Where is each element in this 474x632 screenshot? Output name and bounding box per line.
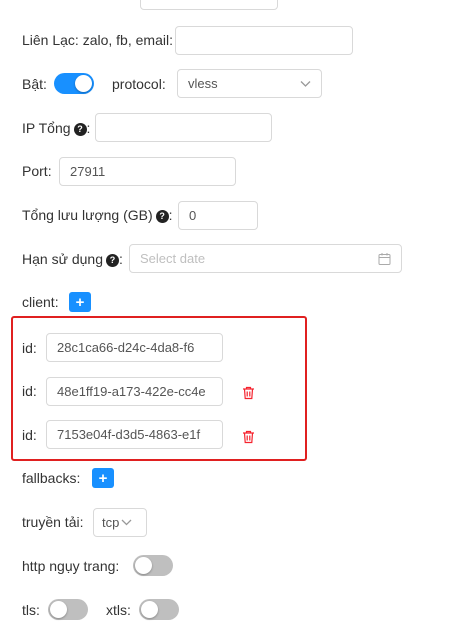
protocol-label: protocol: bbox=[112, 76, 166, 92]
enable-label: Bật: bbox=[22, 76, 47, 92]
port-value: 27911 bbox=[70, 164, 106, 179]
xtls-label: xtls: bbox=[106, 602, 131, 618]
expiry-label: Hạn sử dụng?: bbox=[22, 251, 123, 267]
toggle-knob bbox=[50, 601, 67, 618]
toggle-knob bbox=[75, 75, 92, 92]
client-id-value: 48e1ff19-a173-422e-cc4e bbox=[57, 384, 206, 399]
fallbacks-label: fallbacks: bbox=[22, 470, 81, 486]
tls-toggle[interactable] bbox=[48, 599, 88, 620]
port-label: Port: bbox=[22, 163, 52, 179]
port-input[interactable]: 27911 bbox=[59, 157, 236, 186]
contact-input[interactable] bbox=[175, 26, 353, 55]
client-id-input[interactable]: 7153e04f-d3d5-4863-e1f bbox=[46, 420, 223, 449]
ip-label: IP Tổng?: bbox=[22, 120, 91, 136]
enable-toggle[interactable] bbox=[54, 73, 94, 94]
expiry-date-picker[interactable]: Select date bbox=[129, 244, 402, 273]
question-circle-icon[interactable]: ? bbox=[155, 209, 169, 223]
protocol-select[interactable]: vless bbox=[177, 69, 322, 98]
expiry-placeholder: Select date bbox=[140, 251, 206, 266]
http-disguise-toggle[interactable] bbox=[133, 555, 173, 576]
xtls-toggle[interactable] bbox=[139, 599, 179, 620]
client-id-label: id: bbox=[22, 383, 37, 399]
transport-value: tcp bbox=[102, 515, 120, 530]
transport-label: truyền tải: bbox=[22, 514, 84, 530]
client-id-input[interactable]: 28c1ca66-d24c-4da8-f6 bbox=[46, 333, 223, 362]
protocol-value: vless bbox=[188, 76, 218, 91]
question-circle-icon[interactable]: ? bbox=[73, 122, 87, 136]
total-traffic-input[interactable]: 0 bbox=[178, 201, 258, 230]
previous-field-input[interactable] bbox=[140, 0, 278, 10]
client-label: client: bbox=[22, 294, 59, 310]
total-traffic-label: Tổng lưu lượng (GB)?: bbox=[22, 207, 173, 223]
transport-select[interactable]: tcp bbox=[93, 508, 147, 537]
ip-input[interactable] bbox=[95, 113, 272, 142]
add-client-button[interactable]: + bbox=[69, 292, 91, 312]
client-id-label: id: bbox=[22, 427, 37, 443]
trash-icon[interactable] bbox=[242, 430, 255, 444]
contact-label: Liên Lạc: zalo, fb, email: bbox=[22, 32, 173, 48]
plus-icon: + bbox=[75, 293, 85, 311]
trash-icon[interactable] bbox=[242, 386, 255, 400]
tls-label: tls: bbox=[22, 602, 40, 618]
http-disguise-label: http ngụy trang: bbox=[22, 558, 120, 574]
calendar-icon bbox=[378, 252, 391, 265]
client-id-value: 7153e04f-d3d5-4863-e1f bbox=[57, 427, 201, 442]
plus-icon: + bbox=[98, 469, 108, 487]
add-fallback-button[interactable]: + bbox=[92, 468, 114, 488]
toggle-knob bbox=[135, 557, 152, 574]
chevron-down-icon bbox=[300, 80, 311, 87]
chevron-down-icon bbox=[121, 519, 132, 526]
client-id-label: id: bbox=[22, 340, 37, 356]
toggle-knob bbox=[141, 601, 158, 618]
client-id-input[interactable]: 48e1ff19-a173-422e-cc4e bbox=[46, 377, 223, 406]
client-id-value: 28c1ca66-d24c-4da8-f6 bbox=[57, 340, 195, 355]
question-circle-icon[interactable]: ? bbox=[105, 253, 119, 267]
total-traffic-value: 0 bbox=[189, 208, 197, 223]
